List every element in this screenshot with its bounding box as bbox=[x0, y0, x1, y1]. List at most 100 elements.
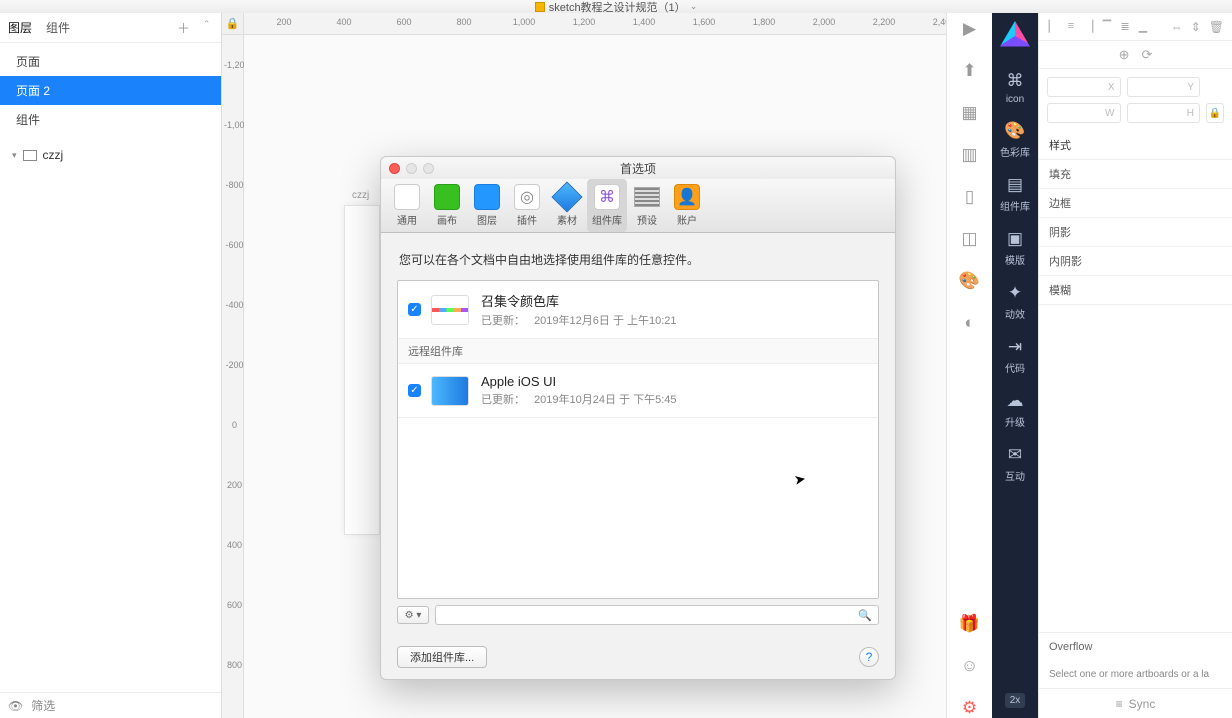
rtb-motion[interactable]: ✦动效 bbox=[992, 277, 1038, 327]
insp-inner-shadow[interactable]: 内阴影 bbox=[1039, 247, 1232, 276]
rtb-label: 模版 bbox=[1005, 252, 1025, 267]
tab-components[interactable]: 组件 bbox=[46, 19, 70, 36]
pref-tab-plugins[interactable]: ◎插件 bbox=[507, 179, 547, 232]
add-library-button[interactable]: 添加组件库... bbox=[397, 646, 487, 668]
pref-tab-label: 素材 bbox=[557, 212, 577, 227]
grid-icon[interactable]: ▦ bbox=[961, 103, 977, 123]
pref-tab-presets[interactable]: 预设 bbox=[627, 179, 667, 232]
eye-icon[interactable]: 👁 bbox=[8, 699, 23, 713]
insp-shadow[interactable]: 阴影 bbox=[1039, 218, 1232, 247]
align-bottom-icon[interactable]: ▁ bbox=[1137, 20, 1149, 33]
rtb-interact[interactable]: ✉互动 bbox=[992, 439, 1038, 489]
smile-icon[interactable]: ☺ bbox=[961, 656, 978, 676]
h-field[interactable]: H bbox=[1127, 103, 1201, 123]
artboard-list: ▾ czzj bbox=[0, 138, 221, 172]
library-updated-time: 2019年12月6日 于 上午10:21 bbox=[534, 315, 676, 327]
gear-icon[interactable]: ⚙ bbox=[962, 698, 977, 718]
library-checkbox[interactable]: ✓ bbox=[408, 303, 421, 316]
x-field[interactable]: X bbox=[1047, 77, 1121, 97]
detach-icon[interactable]: ◫ bbox=[961, 229, 977, 249]
page-item[interactable]: 页面 2 bbox=[0, 76, 221, 105]
plugin-logo[interactable] bbox=[1000, 21, 1030, 51]
dist-v-icon[interactable]: ⇕ bbox=[1191, 20, 1201, 34]
align-center-icon[interactable]: ≡ bbox=[1065, 20, 1077, 33]
target-icon[interactable]: ⊕ bbox=[1119, 47, 1130, 63]
insp-border[interactable]: 边框 bbox=[1039, 189, 1232, 218]
library-search-input[interactable]: 🔍 bbox=[435, 605, 879, 625]
layout-icon[interactable]: ▥ bbox=[961, 145, 977, 165]
rtb-icon[interactable]: ⌘icon bbox=[992, 65, 1038, 111]
pref-title: 首选项 bbox=[381, 160, 895, 177]
columns-icon[interactable]: ▯ bbox=[965, 187, 974, 207]
export-icon[interactable]: ⬆ bbox=[962, 61, 976, 81]
pref-tab-account[interactable]: 👤账户 bbox=[667, 179, 707, 232]
trash-icon[interactable]: 🗑 bbox=[1209, 20, 1224, 34]
gift-icon[interactable]: 🎁 bbox=[959, 614, 980, 634]
sync-button[interactable]: ≡Sync bbox=[1039, 688, 1232, 718]
inspector-extra-icons: ⊕ ⟳ bbox=[1039, 41, 1232, 69]
rtb-code[interactable]: ⇥代码 bbox=[992, 331, 1038, 381]
align-left-icon[interactable]: ▏ bbox=[1047, 20, 1059, 33]
align-right-icon[interactable]: ▕ bbox=[1083, 20, 1095, 33]
insp-blur[interactable]: 模糊 bbox=[1039, 276, 1232, 305]
insp-fill[interactable]: 填充 bbox=[1039, 160, 1232, 189]
y-field[interactable]: Y bbox=[1127, 77, 1201, 97]
lock-aspect-icon[interactable]: 🔒 bbox=[1206, 103, 1224, 123]
rtb-label: 代码 bbox=[1005, 360, 1025, 375]
plus-icon[interactable]: ＋ bbox=[177, 18, 190, 37]
pref-tab-label: 预设 bbox=[637, 212, 657, 227]
align-mid-icon[interactable]: ≣ bbox=[1119, 20, 1131, 33]
page-list: 页面 页面 2 组件 bbox=[0, 43, 221, 138]
ruler-tick: 1,600 bbox=[693, 17, 716, 27]
ruler-tick: -800 bbox=[224, 180, 245, 190]
rtb-colors[interactable]: 🎨色彩库 bbox=[992, 115, 1038, 165]
ruler-tick: -200 bbox=[224, 360, 245, 370]
loop-icon[interactable]: ⟳ bbox=[1142, 47, 1153, 63]
rtb-templates[interactable]: ▣模版 bbox=[992, 223, 1038, 273]
library-row[interactable]: ✓ 召集令颜色库 已更新： 2019年12月6日 于 上午10:21 bbox=[398, 281, 878, 339]
overflow-section[interactable]: Overflow bbox=[1039, 632, 1232, 661]
page-item[interactable]: 页面 bbox=[0, 47, 221, 76]
library-updated-time: 2019年10月24日 于 下午5:45 bbox=[534, 394, 676, 406]
selection-hint: Select one or more artboards or a la bbox=[1039, 661, 1232, 688]
pref-toolbar: 通用 画布 图层 ◎插件 素材 ⌘组件库 预设 👤账户 bbox=[381, 179, 895, 233]
contrast-icon[interactable]: ◐ bbox=[964, 313, 974, 333]
pref-body: 您可以在各个文档中自由地选择使用组件库的任意控件。 ✓ 召集令颜色库 已更新： … bbox=[381, 233, 895, 635]
rtb-label: 动效 bbox=[1005, 306, 1025, 321]
library-checkbox[interactable]: ✓ bbox=[408, 384, 421, 397]
ruler-lock-icon[interactable]: 🔒 bbox=[222, 13, 244, 35]
library-row[interactable]: ✓ Apple iOS UI 已更新： 2019年10月24日 于 下午5:45 bbox=[398, 364, 878, 418]
pref-tab-layers[interactable]: 图层 bbox=[467, 179, 507, 232]
artboard-label[interactable]: czzj bbox=[352, 190, 369, 201]
pref-footer: 添加组件库... ? bbox=[381, 635, 895, 679]
artboard-row[interactable]: ▾ czzj bbox=[8, 144, 213, 166]
artboard[interactable] bbox=[344, 205, 380, 535]
pref-titlebar[interactable]: 首选项 bbox=[381, 157, 895, 179]
help-button[interactable]: ? bbox=[859, 647, 879, 667]
w-field[interactable]: W bbox=[1047, 103, 1121, 123]
library-list: ✓ 召集令颜色库 已更新： 2019年12月6日 于 上午10:21 远程组件库… bbox=[397, 280, 879, 599]
gear-menu-button[interactable]: ⚙ ▾ bbox=[397, 606, 429, 624]
disclosure-icon[interactable]: ▾ bbox=[12, 150, 17, 161]
preferences-window: 首选项 通用 画布 图层 ◎插件 素材 ⌘组件库 预设 👤账户 您可以在各个文档… bbox=[380, 156, 896, 680]
rtb-upgrade[interactable]: ☁升级 bbox=[992, 385, 1038, 435]
align-top-icon[interactable]: ▔ bbox=[1101, 20, 1113, 33]
dist-h-icon[interactable]: ⇔ bbox=[1171, 20, 1183, 34]
filter-field[interactable]: 筛选 bbox=[31, 697, 55, 714]
pref-tab-libraries[interactable]: ⌘组件库 bbox=[587, 179, 627, 232]
library-updated-label: 已更新： bbox=[481, 394, 525, 406]
pref-tab-assets[interactable]: 素材 bbox=[547, 179, 587, 232]
pref-tab-canvas[interactable]: 画布 bbox=[427, 179, 467, 232]
pref-tab-general[interactable]: 通用 bbox=[387, 179, 427, 232]
palette-icon[interactable]: 🎨 bbox=[959, 271, 980, 291]
page-item[interactable]: 组件 bbox=[0, 105, 221, 134]
chevron-down-icon[interactable]: ⌄ bbox=[690, 1, 698, 12]
ruler-tick: 1,400 bbox=[633, 17, 656, 27]
pref-tab-label: 通用 bbox=[397, 212, 417, 227]
tab-layers[interactable]: 图层 bbox=[8, 19, 32, 36]
flag-icon[interactable]: ▶ bbox=[963, 19, 976, 39]
chevron-up-icon[interactable]: ＾ bbox=[200, 18, 213, 37]
rtb-components[interactable]: ▤组件库 bbox=[992, 169, 1038, 219]
zoom-indicator[interactable]: 2x bbox=[1005, 693, 1026, 708]
inspector-panel: ▏≡▕▔≣▁ ⇔⇕🗑 ⊕ ⟳ X Y W H 🔒 样式 填充 边框 阴影 内阴影… bbox=[1038, 13, 1232, 718]
